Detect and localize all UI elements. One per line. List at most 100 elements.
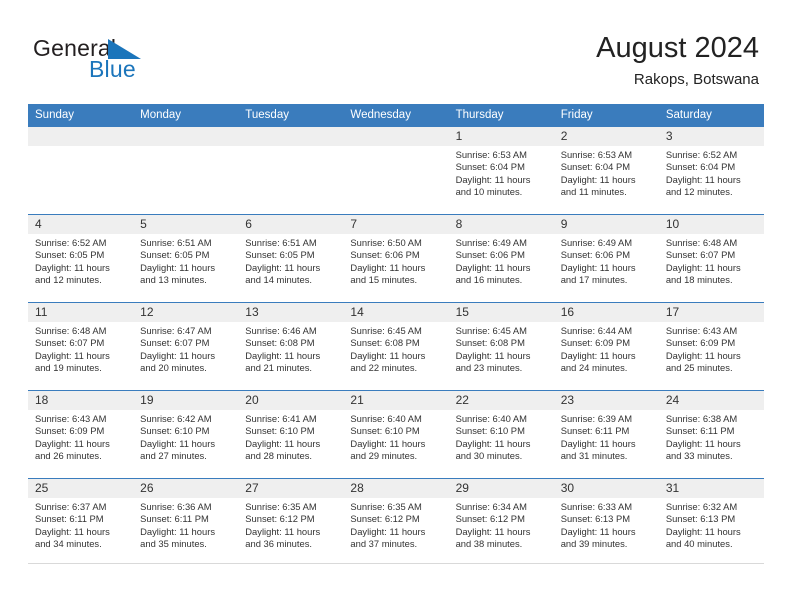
daylight-text-line1: Daylight: 11 hours — [350, 349, 426, 361]
page-subtitle: Rakops, Botswana — [633, 71, 759, 88]
calendar-day-cell[interactable]: 24 Sunrise: 6:38 AM Sunset: 6:11 PM Dayligh… — [658, 391, 764, 479]
day-cell-content: 20 Sunrise: 6:41 AM Sunset: 6:10 PM Dayligh… — [238, 391, 344, 478]
day-number: 1 — [448, 127, 554, 146]
day-number: 15 — [448, 303, 554, 322]
day-cell-content: 9 Sunrise: 6:49 AM Sunset: 6:06 PM Daylight… — [553, 215, 659, 302]
daylight-text-line2: and 22 minutes. — [350, 362, 418, 374]
daylight-text-line2: and 13 minutes. — [140, 274, 207, 286]
day-cell-content: 27 Sunrise: 6:35 AM Sunset: 6:12 PM Dayligh… — [238, 479, 344, 566]
sunrise-text: Sunrise: 6:48 AM — [35, 325, 107, 336]
calendar-day-cell[interactable]: 12 Sunrise: 6:47 AM Sunset: 6:07 PM Dayligh… — [133, 303, 239, 391]
day-cell-content: 18 Sunrise: 6:43 AM Sunset: 6:09 PM Dayligh… — [28, 391, 134, 478]
sunrise-text: Sunrise: 6:53 AM — [560, 149, 633, 160]
day-cell-content: 5 Sunrise: 6:51 AM Sunset: 6:05 PM Daylight… — [133, 215, 239, 302]
calendar-day-cell[interactable]: 1 Sunrise: 6:53 AM Sunset: 6:04 PM Daylight… — [448, 127, 554, 215]
calendar-day-cell[interactable]: 25 Sunrise: 6:37 AM Sunset: 6:11 PM Dayligh… — [28, 479, 134, 567]
calendar-day-cell[interactable]: 26 Sunrise: 6:36 AM Sunset: 6:11 PM Dayligh… — [133, 479, 239, 567]
sunrise-text: Sunrise: 6:52 AM — [665, 149, 738, 160]
calendar-day-cell[interactable]: 22 Sunrise: 6:40 AM Sunset: 6:10 PM Dayligh… — [448, 391, 554, 479]
day-cell-content: 11 Sunrise: 6:48 AM Sunset: 6:07 PM Dayligh… — [28, 303, 134, 390]
weekday-header-thursday: Thursday — [448, 104, 554, 127]
calendar-day-cell[interactable]: 28 Sunrise: 6:35 AM Sunset: 6:12 PM Dayligh… — [343, 479, 449, 567]
calendar-day-cell[interactable]: 15 Sunrise: 6:45 AM Sunset: 6:08 PM Dayligh… — [448, 303, 554, 391]
day-cell-content: 8 Sunrise: 6:49 AM Sunset: 6:06 PM Daylight… — [448, 215, 554, 302]
calendar-day-cell[interactable]: 6 Sunrise: 6:51 AM Sunset: 6:05 PM Daylight… — [238, 215, 344, 303]
calendar-day-cell[interactable]: 3 Sunrise: 6:52 AM Sunset: 6:04 PM Daylight… — [658, 127, 764, 215]
sunrise-text: Sunrise: 6:50 AM — [350, 237, 422, 248]
calendar-day-cell[interactable]: 31 Sunrise: 6:32 AM Sunset: 6:13 PM Dayligh… — [658, 479, 764, 567]
calendar-day-cell[interactable]: 21 Sunrise: 6:40 AM Sunset: 6:10 PM Dayligh… — [343, 391, 449, 479]
calendar-day-cell[interactable]: 8 Sunrise: 6:49 AM Sunset: 6:06 PM Daylight… — [448, 215, 554, 303]
day-number: 11 — [28, 303, 134, 322]
calendar-day-cell[interactable]: 7 Sunrise: 6:50 AM Sunset: 6:06 PM Daylight… — [343, 215, 449, 303]
daylight-text-line1: Daylight: 11 hours — [350, 525, 426, 537]
calendar-day-cell[interactable]: 17 Sunrise: 6:43 AM Sunset: 6:09 PM Dayligh… — [658, 303, 764, 391]
daylight-text-line2: and 29 minutes. — [350, 450, 418, 462]
daylight-text-line2: and 15 minutes. — [350, 274, 418, 286]
day-number: 17 — [658, 303, 764, 322]
day-details: Sunrise: 6:45 AM Sunset: 6:08 PM Daylight:… — [343, 322, 448, 375]
day-details: Sunrise: 6:51 AM Sunset: 6:05 PM Daylight:… — [238, 234, 343, 287]
daylight-text-line1: Daylight: 11 hours — [455, 173, 531, 185]
calendar-day-cell[interactable]: 5 Sunrise: 6:51 AM Sunset: 6:05 PM Daylight… — [133, 215, 239, 303]
sunrise-text: Sunrise: 6:35 AM — [245, 501, 317, 512]
daylight-text-line2: and 12 minutes. — [665, 186, 733, 198]
table-bottom-divider — [28, 563, 764, 564]
calendar-week-row: 4 Sunrise: 6:52 AM Sunset: 6:05 PM Daylight… — [28, 214, 764, 303]
calendar-day-cell[interactable]: 18 Sunrise: 6:43 AM Sunset: 6:09 PM Dayligh… — [28, 391, 134, 479]
day-cell-content: 1 Sunrise: 6:53 AM Sunset: 6:04 PM Daylight… — [448, 127, 554, 214]
sunset-text: Sunset: 6:10 PM — [350, 425, 420, 437]
day-details: Sunrise: 6:36 AM Sunset: 6:11 PM Daylight:… — [133, 498, 238, 551]
daylight-text-line1: Daylight: 11 hours — [245, 261, 321, 273]
calendar-table: Sunday Monday Tuesday Wednesday Thursday Frid… — [28, 104, 764, 566]
daylight-text-line2: and 30 minutes. — [455, 450, 523, 462]
day-number: 19 — [133, 391, 239, 410]
calendar-day-cell[interactable]: 19 Sunrise: 6:42 AM Sunset: 6:10 PM Dayligh… — [133, 391, 239, 479]
day-details: Sunrise: 6:41 AM Sunset: 6:10 PM Daylight:… — [238, 410, 343, 463]
day-cell-content: 31 Sunrise: 6:32 AM Sunset: 6:13 PM Dayligh… — [658, 479, 764, 566]
daylight-text-line1: Daylight: 11 hours — [560, 173, 636, 185]
calendar-day-cell[interactable]: 29 Sunrise: 6:34 AM Sunset: 6:12 PM Dayligh… — [448, 479, 554, 567]
sunset-text: Sunset: 6:11 PM — [560, 425, 630, 437]
day-details — [133, 146, 238, 149]
calendar-week-row: 11 Sunrise: 6:48 AM Sunset: 6:07 PM Dayligh… — [28, 302, 764, 391]
day-cell-content: 15 Sunrise: 6:45 AM Sunset: 6:08 PM Dayligh… — [448, 303, 554, 390]
calendar-day-cell[interactable]: 11 Sunrise: 6:48 AM Sunset: 6:07 PM Dayligh… — [28, 303, 134, 391]
daylight-text-line2: and 18 minutes. — [665, 274, 733, 286]
day-number — [133, 127, 239, 146]
sunrise-text: Sunrise: 6:40 AM — [455, 413, 527, 424]
calendar-day-cell[interactable]: 16 Sunrise: 6:44 AM Sunset: 6:09 PM Dayligh… — [553, 303, 659, 391]
day-cell-content: 24 Sunrise: 6:38 AM Sunset: 6:11 PM Dayligh… — [658, 391, 764, 478]
day-details: Sunrise: 6:44 AM Sunset: 6:09 PM Daylight:… — [554, 322, 659, 375]
day-details: Sunrise: 6:34 AM Sunset: 6:12 PM Daylight:… — [449, 498, 554, 551]
calendar-day-cell[interactable]: 30 Sunrise: 6:33 AM Sunset: 6:13 PM Dayligh… — [553, 479, 659, 567]
calendar-day-cell[interactable]: 20 Sunrise: 6:41 AM Sunset: 6:10 PM Dayligh… — [238, 391, 344, 479]
calendar-day-cell[interactable]: 4 Sunrise: 6:52 AM Sunset: 6:05 PM Daylight… — [28, 215, 134, 303]
day-number: 20 — [238, 391, 344, 410]
daylight-text-line2: and 14 minutes. — [245, 274, 312, 286]
daylight-text-line1: Daylight: 11 hours — [245, 525, 321, 537]
daylight-text-line1: Daylight: 11 hours — [350, 261, 426, 273]
day-number: 12 — [133, 303, 239, 322]
sunrise-text: Sunrise: 6:48 AM — [665, 237, 738, 248]
calendar-day-cell[interactable]: 27 Sunrise: 6:35 AM Sunset: 6:12 PM Dayligh… — [238, 479, 344, 567]
day-number: 26 — [133, 479, 239, 498]
day-details: Sunrise: 6:40 AM Sunset: 6:10 PM Daylight:… — [449, 410, 554, 463]
calendar-day-cell[interactable]: 13 Sunrise: 6:46 AM Sunset: 6:08 PM Dayligh… — [238, 303, 344, 391]
calendar-day-cell[interactable]: 2 Sunrise: 6:53 AM Sunset: 6:04 PM Daylight… — [553, 127, 659, 215]
day-cell-content: 4 Sunrise: 6:52 AM Sunset: 6:05 PM Daylight… — [28, 215, 134, 302]
sunrise-text: Sunrise: 6:40 AM — [350, 413, 422, 424]
brand-logo[interactable]: General Blue — [33, 36, 173, 84]
day-number: 14 — [343, 303, 449, 322]
day-cell-content — [133, 127, 239, 214]
calendar-day-cell[interactable]: 23 Sunrise: 6:39 AM Sunset: 6:11 PM Dayligh… — [553, 391, 659, 479]
calendar-day-cell[interactable]: 10 Sunrise: 6:48 AM Sunset: 6:07 PM Dayligh… — [658, 215, 764, 303]
calendar-day-cell[interactable]: 14 Sunrise: 6:45 AM Sunset: 6:08 PM Dayligh… — [343, 303, 449, 391]
calendar-day-cell[interactable]: 9 Sunrise: 6:49 AM Sunset: 6:06 PM Daylight… — [553, 215, 659, 303]
day-number: 21 — [343, 391, 449, 410]
sunset-text: Sunset: 6:08 PM — [245, 337, 315, 349]
calendar-week-row: 25 Sunrise: 6:37 AM Sunset: 6:11 PM Dayligh… — [28, 478, 764, 567]
sunrise-text: Sunrise: 6:33 AM — [560, 501, 633, 512]
sunset-text: Sunset: 6:12 PM — [350, 513, 420, 525]
day-details: Sunrise: 6:35 AM Sunset: 6:12 PM Daylight:… — [238, 498, 343, 551]
